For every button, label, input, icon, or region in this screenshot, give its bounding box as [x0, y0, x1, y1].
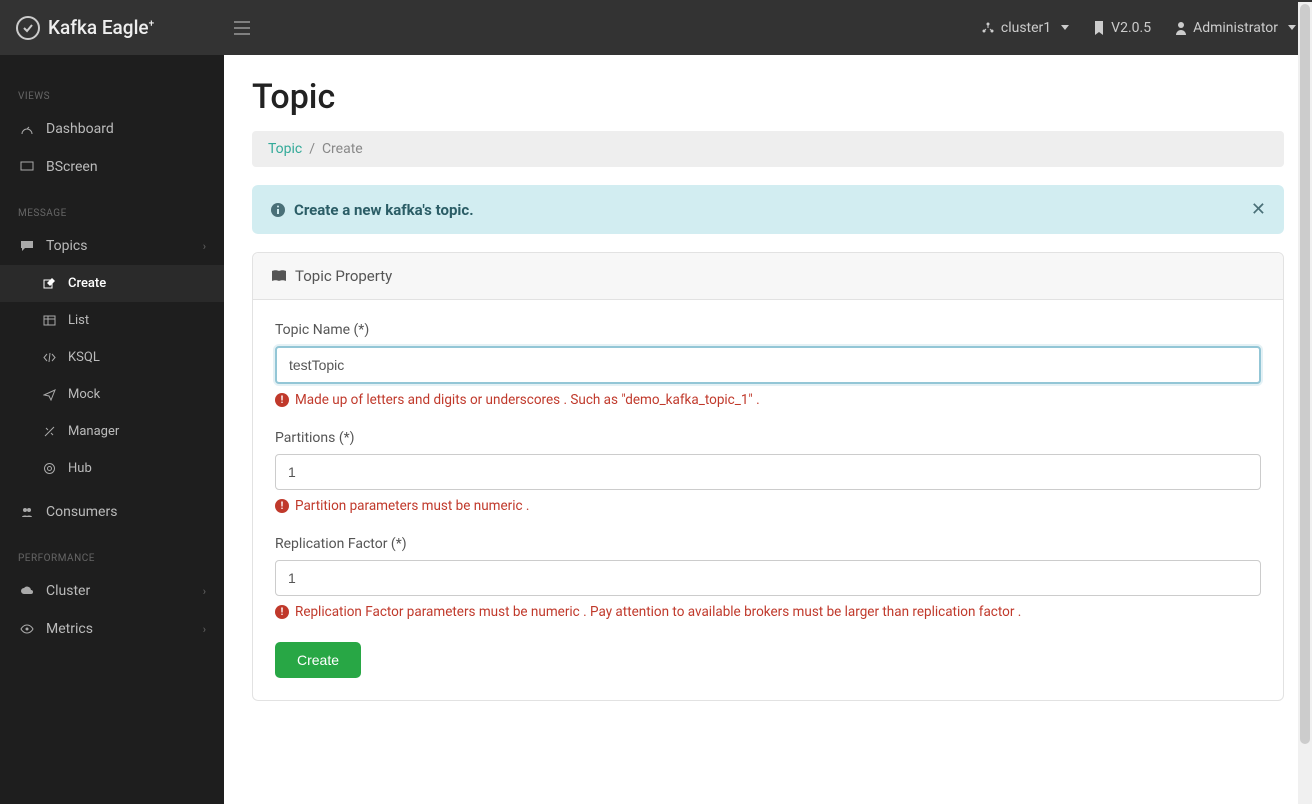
cluster-selector[interactable]: cluster1: [981, 20, 1069, 36]
sidebar-item-topics[interactable]: Topics ›: [0, 227, 224, 265]
cluster-icon: [981, 21, 995, 35]
sidebar: VIEWS Dashboard BScreen MESSAGE Topics ›…: [0, 55, 224, 804]
brand[interactable]: Kafka Eagle+: [16, 16, 226, 40]
partitions-helper: ! Partition parameters must be numeric .: [275, 498, 1261, 514]
warning-icon: !: [275, 605, 289, 619]
main-content: Topic Topic / Create Create a new kafka'…: [224, 55, 1312, 804]
sidebar-item-dashboard[interactable]: Dashboard: [0, 110, 224, 148]
sidebar-item-hub[interactable]: Hub: [0, 450, 224, 487]
sidebar-item-manager[interactable]: Manager: [0, 413, 224, 450]
sidebar-section-views: VIEWS: [0, 83, 224, 110]
replication-helper: ! Replication Factor parameters must be …: [275, 604, 1261, 620]
scrollbar[interactable]: [1298, 2, 1312, 804]
info-icon: [270, 202, 286, 218]
topbar-right: cluster1 V2.0.5 Administrator: [981, 20, 1296, 36]
chevron-right-icon: ›: [203, 585, 206, 598]
screen-icon: [18, 160, 36, 174]
hamburger-icon[interactable]: [234, 21, 250, 35]
hub-icon: [40, 462, 58, 475]
topic-name-helper: ! Made up of letters and digits or under…: [275, 392, 1261, 408]
version-display[interactable]: V2.0.5: [1093, 20, 1151, 36]
chevron-right-icon: ›: [203, 240, 206, 253]
sidebar-section-performance: PERFORMANCE: [0, 545, 224, 572]
partitions-input[interactable]: [275, 454, 1261, 490]
replication-label: Replication Factor (*): [275, 536, 1261, 552]
eye-icon: [18, 622, 36, 636]
book-icon: [271, 269, 287, 283]
breadcrumb-root[interactable]: Topic: [268, 141, 302, 157]
topic-name-label: Topic Name (*): [275, 322, 1261, 338]
cluster-label: cluster1: [1001, 20, 1051, 36]
topic-name-input[interactable]: [275, 346, 1261, 384]
sidebar-item-mock[interactable]: Mock: [0, 376, 224, 413]
card-header-text: Topic Property: [295, 267, 392, 285]
info-alert: Create a new kafka's topic. ✕: [252, 185, 1284, 234]
users-icon: [18, 505, 36, 519]
create-button[interactable]: Create: [275, 642, 361, 678]
chevron-down-icon: [1288, 25, 1296, 30]
sidebar-item-consumers[interactable]: Consumers: [0, 493, 224, 531]
page-title: Topic: [252, 77, 1284, 117]
sidebar-section-message: MESSAGE: [0, 200, 224, 227]
send-icon: [40, 388, 58, 401]
edit-icon: [40, 277, 58, 290]
breadcrumb: Topic / Create: [252, 131, 1284, 167]
replication-input[interactable]: [275, 560, 1261, 596]
user-menu[interactable]: Administrator: [1175, 20, 1296, 36]
chevron-right-icon: ›: [203, 623, 206, 636]
sidebar-item-list[interactable]: List: [0, 302, 224, 339]
brand-logo-icon: [16, 16, 40, 40]
topbar: Kafka Eagle+ cluster1 V2.0.5: [0, 0, 1312, 55]
scrollbar-thumb[interactable]: [1300, 4, 1310, 744]
alert-text: Create a new kafka's topic.: [294, 201, 474, 219]
table-icon: [40, 314, 58, 327]
brand-text: Kafka Eagle+: [48, 16, 154, 39]
chevron-down-icon: [1061, 25, 1069, 30]
sidebar-item-create[interactable]: Create: [0, 265, 224, 302]
sidebar-item-metrics[interactable]: Metrics ›: [0, 610, 224, 648]
warning-icon: !: [275, 499, 289, 513]
sidebar-item-bscreen[interactable]: BScreen: [0, 148, 224, 186]
warning-icon: !: [275, 393, 289, 407]
user-label: Administrator: [1193, 20, 1278, 36]
sidebar-item-ksql[interactable]: KSQL: [0, 339, 224, 376]
breadcrumb-leaf: Create: [322, 141, 363, 157]
partitions-label: Partitions (*): [275, 430, 1261, 446]
cloud-icon: [18, 584, 36, 598]
sidebar-item-cluster[interactable]: Cluster ›: [0, 572, 224, 610]
user-icon: [1175, 21, 1187, 35]
code-icon: [40, 351, 58, 364]
alert-close-button[interactable]: ✕: [1251, 199, 1266, 220]
version-label: V2.0.5: [1111, 20, 1151, 36]
comment-icon: [18, 239, 36, 253]
bookmark-icon: [1093, 21, 1105, 35]
card-header: Topic Property: [253, 253, 1283, 300]
dashboard-icon: [18, 122, 36, 136]
tools-icon: [40, 425, 58, 438]
topic-property-card: Topic Property Topic Name (*) ! Made up …: [252, 252, 1284, 701]
